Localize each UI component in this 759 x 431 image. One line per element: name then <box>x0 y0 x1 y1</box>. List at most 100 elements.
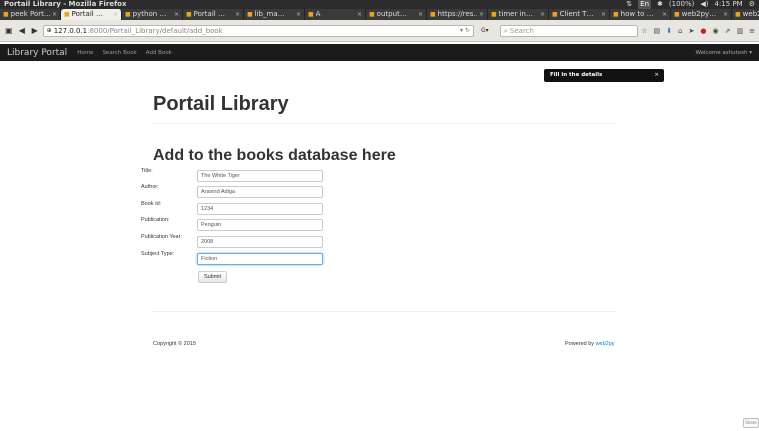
battery-status[interactable]: (100%) <box>669 0 694 9</box>
url-host: 127.0.0.1 <box>53 26 88 35</box>
form-row-publication: Publication: <box>141 217 331 231</box>
favicon-icon: ■ <box>3 11 9 18</box>
favicon-icon: ■ <box>308 11 314 18</box>
reading-list-icon[interactable]: ▤ <box>654 27 661 35</box>
favicon-icon: ■ <box>674 11 680 18</box>
search-placeholder: Search <box>509 26 534 35</box>
tab-close-icon[interactable]: × <box>601 9 606 20</box>
tab-close-icon[interactable]: × <box>723 9 728 20</box>
favicon-icon: ■ <box>64 11 70 18</box>
favicon-icon: ■ <box>613 11 619 18</box>
flash-text: Fill in the details <box>550 72 603 78</box>
network-icon[interactable]: ⇅ <box>626 0 632 9</box>
flash-close-icon[interactable]: × <box>654 69 659 82</box>
publication-field[interactable] <box>197 219 323 231</box>
form-row-publication-year: Publication Year: <box>141 234 331 248</box>
tab-close-icon[interactable]: × <box>418 9 423 20</box>
tab-label: A <box>315 10 321 18</box>
book-id-field[interactable] <box>197 203 323 215</box>
forward-button[interactable]: ▶ <box>30 26 40 36</box>
sidebar-toggle-icon[interactable]: ▣ <box>4 26 14 36</box>
browser-tab[interactable]: ■ Portail … × <box>183 9 244 20</box>
tab-close-icon[interactable]: × <box>174 9 179 20</box>
browser-tab[interactable]: ■ how to … × <box>610 9 671 20</box>
web2py-link[interactable]: web2py <box>596 341 615 347</box>
browser-tab[interactable]: ■ Client T… × <box>549 9 610 20</box>
divider <box>153 123 616 124</box>
send-icon[interactable]: ➤ <box>689 27 695 35</box>
clock[interactable]: 4:15 PM <box>715 0 743 9</box>
browser-tab[interactable]: ■ lib_ma… × <box>244 9 305 20</box>
home-icon[interactable]: ⌂ <box>678 27 682 35</box>
search-engine-icon[interactable]: G▾ <box>477 26 493 36</box>
favicon-icon: ■ <box>369 11 375 18</box>
submit-button[interactable]: Submit <box>198 271 227 283</box>
browser-tab[interactable]: ■ A × <box>305 9 366 20</box>
download-icon[interactable]: ⬇ <box>666 27 672 35</box>
browser-tab[interactable]: ■ python … × <box>122 9 183 20</box>
pocket-icon[interactable]: ◉ <box>713 27 719 35</box>
favicon-icon: ■ <box>735 11 741 18</box>
tab-close-icon[interactable]: × <box>113 9 118 20</box>
tab-close-icon[interactable]: × <box>479 9 484 20</box>
tab-close-icon[interactable]: × <box>662 9 667 20</box>
author-label: Author: <box>141 184 159 190</box>
url-path: :8000/Portail_Library/default/add_book <box>87 26 223 35</box>
browser-tab[interactable]: ■web2py… × <box>671 9 732 20</box>
nav-link-search-book[interactable]: Search Book <box>102 50 136 56</box>
tab-label: Client T… <box>559 10 594 18</box>
browser-tab[interactable]: ■ https://res… × <box>427 9 488 20</box>
powered-by: Powered by web2py <box>565 341 615 347</box>
browser-tab[interactable]: ■ output… × <box>366 9 427 20</box>
favicon-icon: ■ <box>186 11 192 18</box>
flash-message[interactable]: Fill in the details × <box>544 69 664 82</box>
share-widget[interactable]: Share <box>743 418 759 428</box>
tab-label: web2py… <box>681 10 717 18</box>
subject-type-field[interactable] <box>197 253 323 265</box>
app-navbar: Library Portal Home Search Book Add Book… <box>0 44 759 61</box>
extension-icon[interactable]: ▥ <box>737 27 744 35</box>
user-menu[interactable]: Welcome ashutosh ▾ <box>696 50 753 56</box>
tab-close-icon[interactable]: × <box>296 9 301 20</box>
publication-year-field[interactable] <box>197 236 323 248</box>
search-icon: ⌕ <box>503 26 508 35</box>
browser-tab-bar: ■ peek Port… × ■ Portail … × ■ python … × ■ Portai… <box>0 9 759 20</box>
keyboard-language[interactable]: En <box>638 0 652 9</box>
tab-label: how to … <box>620 10 654 18</box>
share-icon[interactable]: ⇗ <box>725 27 731 35</box>
nav-link-add-book[interactable]: Add Book <box>146 50 172 56</box>
browser-tab[interactable]: ■web2py…× <box>732 9 759 20</box>
brand-link[interactable]: Library Portal <box>7 48 67 58</box>
form-row-subject-type: Subject Type: <box>141 251 331 265</box>
title-label: Title: <box>141 168 153 174</box>
browser-tab[interactable]: ■ Portail … × <box>61 9 122 20</box>
back-button[interactable]: ◀ <box>17 26 27 36</box>
page-title: Portail Library <box>153 93 289 115</box>
menu-icon[interactable]: ≡ <box>749 27 755 35</box>
page-info-icon[interactable]: ⊕ <box>47 26 52 36</box>
favicon-icon: ■ <box>247 11 253 18</box>
search-input[interactable]: ⌕ Search <box>499 24 639 37</box>
tab-close-icon[interactable]: × <box>52 9 57 20</box>
publication-label: Publication: <box>141 217 170 223</box>
browser-tab[interactable]: ■ timer in… × <box>488 9 549 20</box>
volume-icon[interactable]: ◀) <box>700 0 708 9</box>
form-row-title: Title: <box>141 168 331 182</box>
bookmark-star-icon[interactable]: ☆ <box>641 27 647 35</box>
copyright-text: Copyright © 2015 <box>153 341 196 347</box>
tab-close-icon[interactable]: × <box>540 9 545 20</box>
tab-close-icon[interactable]: × <box>357 9 362 20</box>
tab-label: Portail … <box>71 10 103 18</box>
tab-close-icon[interactable]: × <box>235 9 240 20</box>
browser-tab[interactable]: ■ peek Port… × <box>0 9 61 20</box>
system-tray: ⇅ En ✱ (100%) ◀) 4:15 PM ⚙ <box>626 0 755 9</box>
bluetooth-icon[interactable]: ✱ <box>657 0 663 9</box>
adblock-icon[interactable]: ● <box>700 27 706 35</box>
settings-gear-icon[interactable]: ⚙ <box>749 0 755 9</box>
nav-link-home[interactable]: Home <box>77 50 93 56</box>
url-bar[interactable]: ⊕ 127.0.0.1 :8000/Portail_Library/defaul… <box>42 24 474 37</box>
title-field[interactable] <box>197 170 323 182</box>
reload-icon[interactable]: ▾ ↻ <box>460 26 470 36</box>
favicon-icon: ■ <box>125 11 131 18</box>
author-field[interactable] <box>197 186 323 198</box>
